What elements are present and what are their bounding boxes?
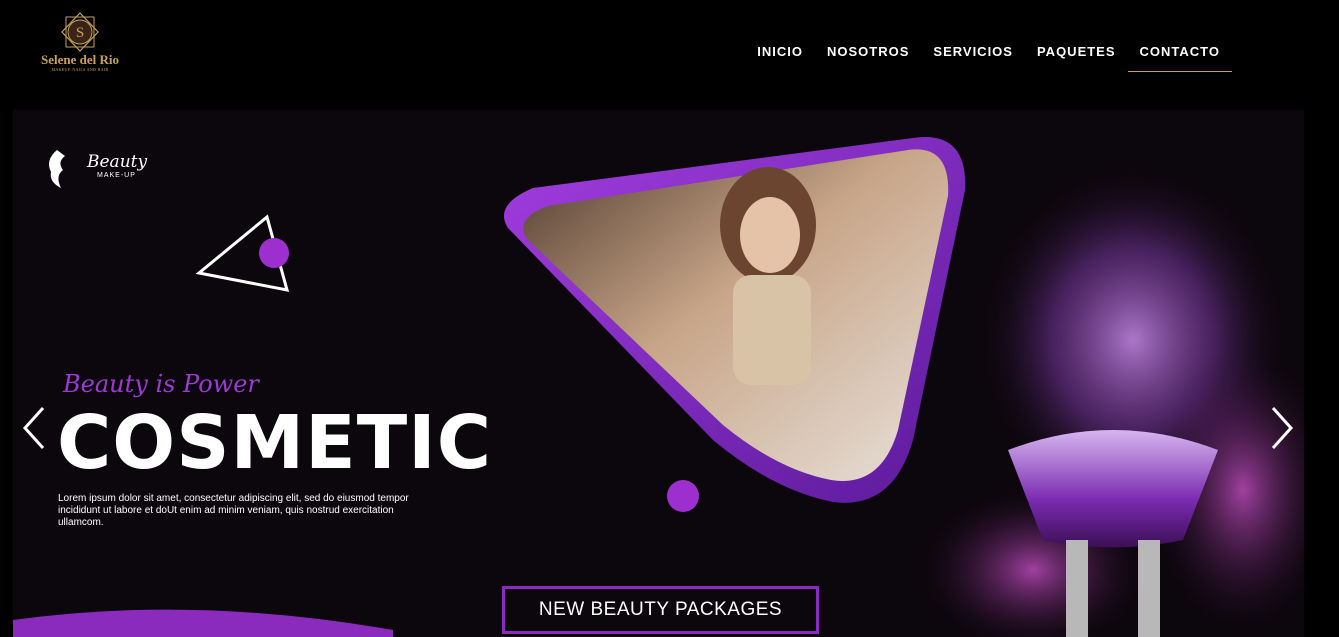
hero-headline: COSMETIC [57,400,493,486]
hero-description: Lorem ipsum dolor sit amet, consectetur … [58,493,409,528]
logo-emblem-icon: S [61,12,99,52]
nav-item-nosotros[interactable]: NOSOTROS [815,34,921,72]
logo[interactable]: S Selene del Rio MAKEUP, NAILS AND HAIR [32,12,128,74]
brand-word: Beauty [87,152,148,172]
chevron-left-icon[interactable] [21,406,49,450]
hero-slider: Beauty MAKE-UP Beauty is Power COSMETIC … [13,110,1304,637]
new-packages-button[interactable]: NEW BEAUTY PACKAGES [502,586,819,634]
main-nav: INICIO NOSOTROS SERVICIOS PAQUETES CONTA… [745,34,1232,72]
brand-sub: MAKE-UP [97,172,136,179]
woman-silhouette-icon [49,150,65,188]
logo-name: Selene del Rio [41,52,119,67]
hero-tagline: Beauty is Power [63,370,259,398]
nav-item-contacto[interactable]: CONTACTO [1127,34,1232,72]
site-header: S Selene del Rio MAKEUP, NAILS AND HAIR … [0,0,1339,100]
nav-item-paquetes[interactable]: PAQUETES [1025,34,1128,72]
nav-item-servicios[interactable]: SERVICIOS [921,34,1025,72]
logo-subtitle: MAKEUP, NAILS AND HAIR [51,67,109,72]
logo-letter: S [76,25,84,41]
chevron-right-icon[interactable] [1267,406,1295,450]
nav-item-inicio[interactable]: INICIO [745,34,815,72]
